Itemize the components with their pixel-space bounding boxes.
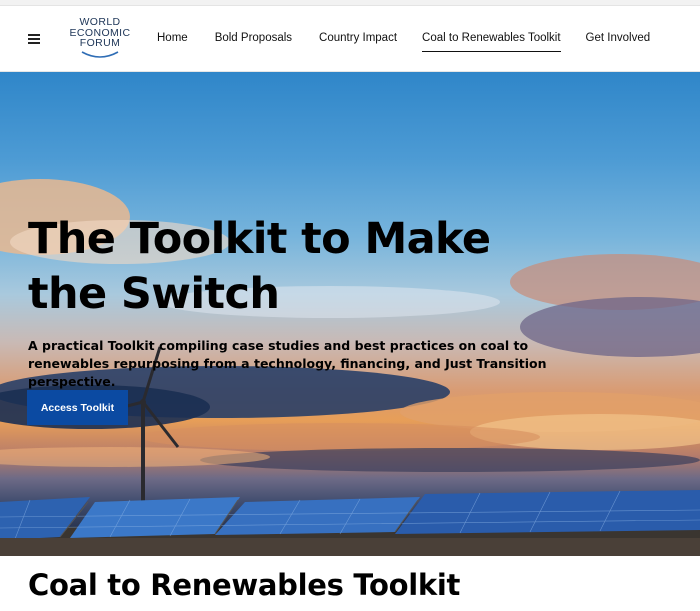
logo-line-1: WORLD (79, 16, 121, 28)
nav-get-involved[interactable]: Get Involved (586, 32, 651, 49)
hero-title: The Toolkit to Make the Switch (28, 214, 491, 319)
main-nav: Home Bold Proposals Country Impact Coal … (157, 32, 651, 52)
access-toolkit-button[interactable]: Access Toolkit (27, 390, 128, 425)
nav-bold-proposals[interactable]: Bold Proposals (215, 32, 292, 49)
hamburger-menu-icon[interactable] (26, 30, 44, 48)
hero-subtitle: A practical Toolkit compiling case studi… (28, 338, 547, 389)
logo-arc-icon (81, 51, 119, 58)
nav-home[interactable]: Home (157, 32, 188, 49)
nav-country-impact[interactable]: Country Impact (319, 32, 397, 49)
wef-logo[interactable]: WORLD ECONOMIC FORUM (64, 17, 136, 63)
hero-banner: The Toolkit to Make the Switch A practic… (0, 72, 700, 556)
site-header: WORLD ECONOMIC FORUM Home Bold Proposals… (0, 6, 700, 72)
logo-line-3: FORUM (79, 37, 121, 49)
section-title: Coal to Renewables Toolkit (28, 568, 461, 602)
nav-coal-to-renewables-toolkit[interactable]: Coal to Renewables Toolkit (422, 32, 561, 52)
